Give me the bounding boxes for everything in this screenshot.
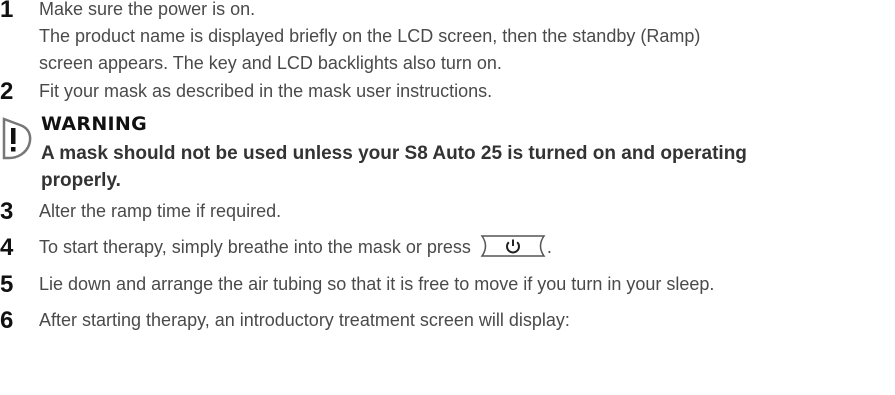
step-text: Lie down and arrange the air tubing so t… xyxy=(39,274,715,294)
step-detail-line: The product name is displayed briefly on… xyxy=(39,26,701,46)
step-number: 3 xyxy=(0,198,14,225)
step-detail-line: screen appears. The key and LCD backligh… xyxy=(39,53,502,73)
power-key xyxy=(479,234,547,258)
step-text: To start therapy, simply breathe into th… xyxy=(39,237,471,257)
step-text: Make sure the power is on. xyxy=(39,0,256,19)
step-text-wrap: To start therapy, simply breathe into th… xyxy=(39,234,552,261)
step-number: 5 xyxy=(0,271,14,298)
step-text: After starting therapy, an introductory … xyxy=(39,310,570,330)
step-number: 2 xyxy=(0,78,14,105)
warning-line: A mask should not be used unless your S8… xyxy=(41,143,747,164)
step-text: Fit your mask as described in the mask u… xyxy=(39,81,493,101)
power-icon xyxy=(480,235,546,257)
warning-line: properly. xyxy=(41,170,121,191)
step-suffix: . xyxy=(546,237,552,257)
step-number: 6 xyxy=(0,307,14,334)
step-text: Alter the ramp time if required. xyxy=(39,201,282,221)
step-number: 1 xyxy=(0,0,14,23)
warning-body: A mask should not be used unless your S8… xyxy=(41,140,861,194)
warning-exclamation-icon xyxy=(2,117,32,160)
step-number: 4 xyxy=(0,234,14,261)
warning-title: WARNING xyxy=(41,113,148,135)
